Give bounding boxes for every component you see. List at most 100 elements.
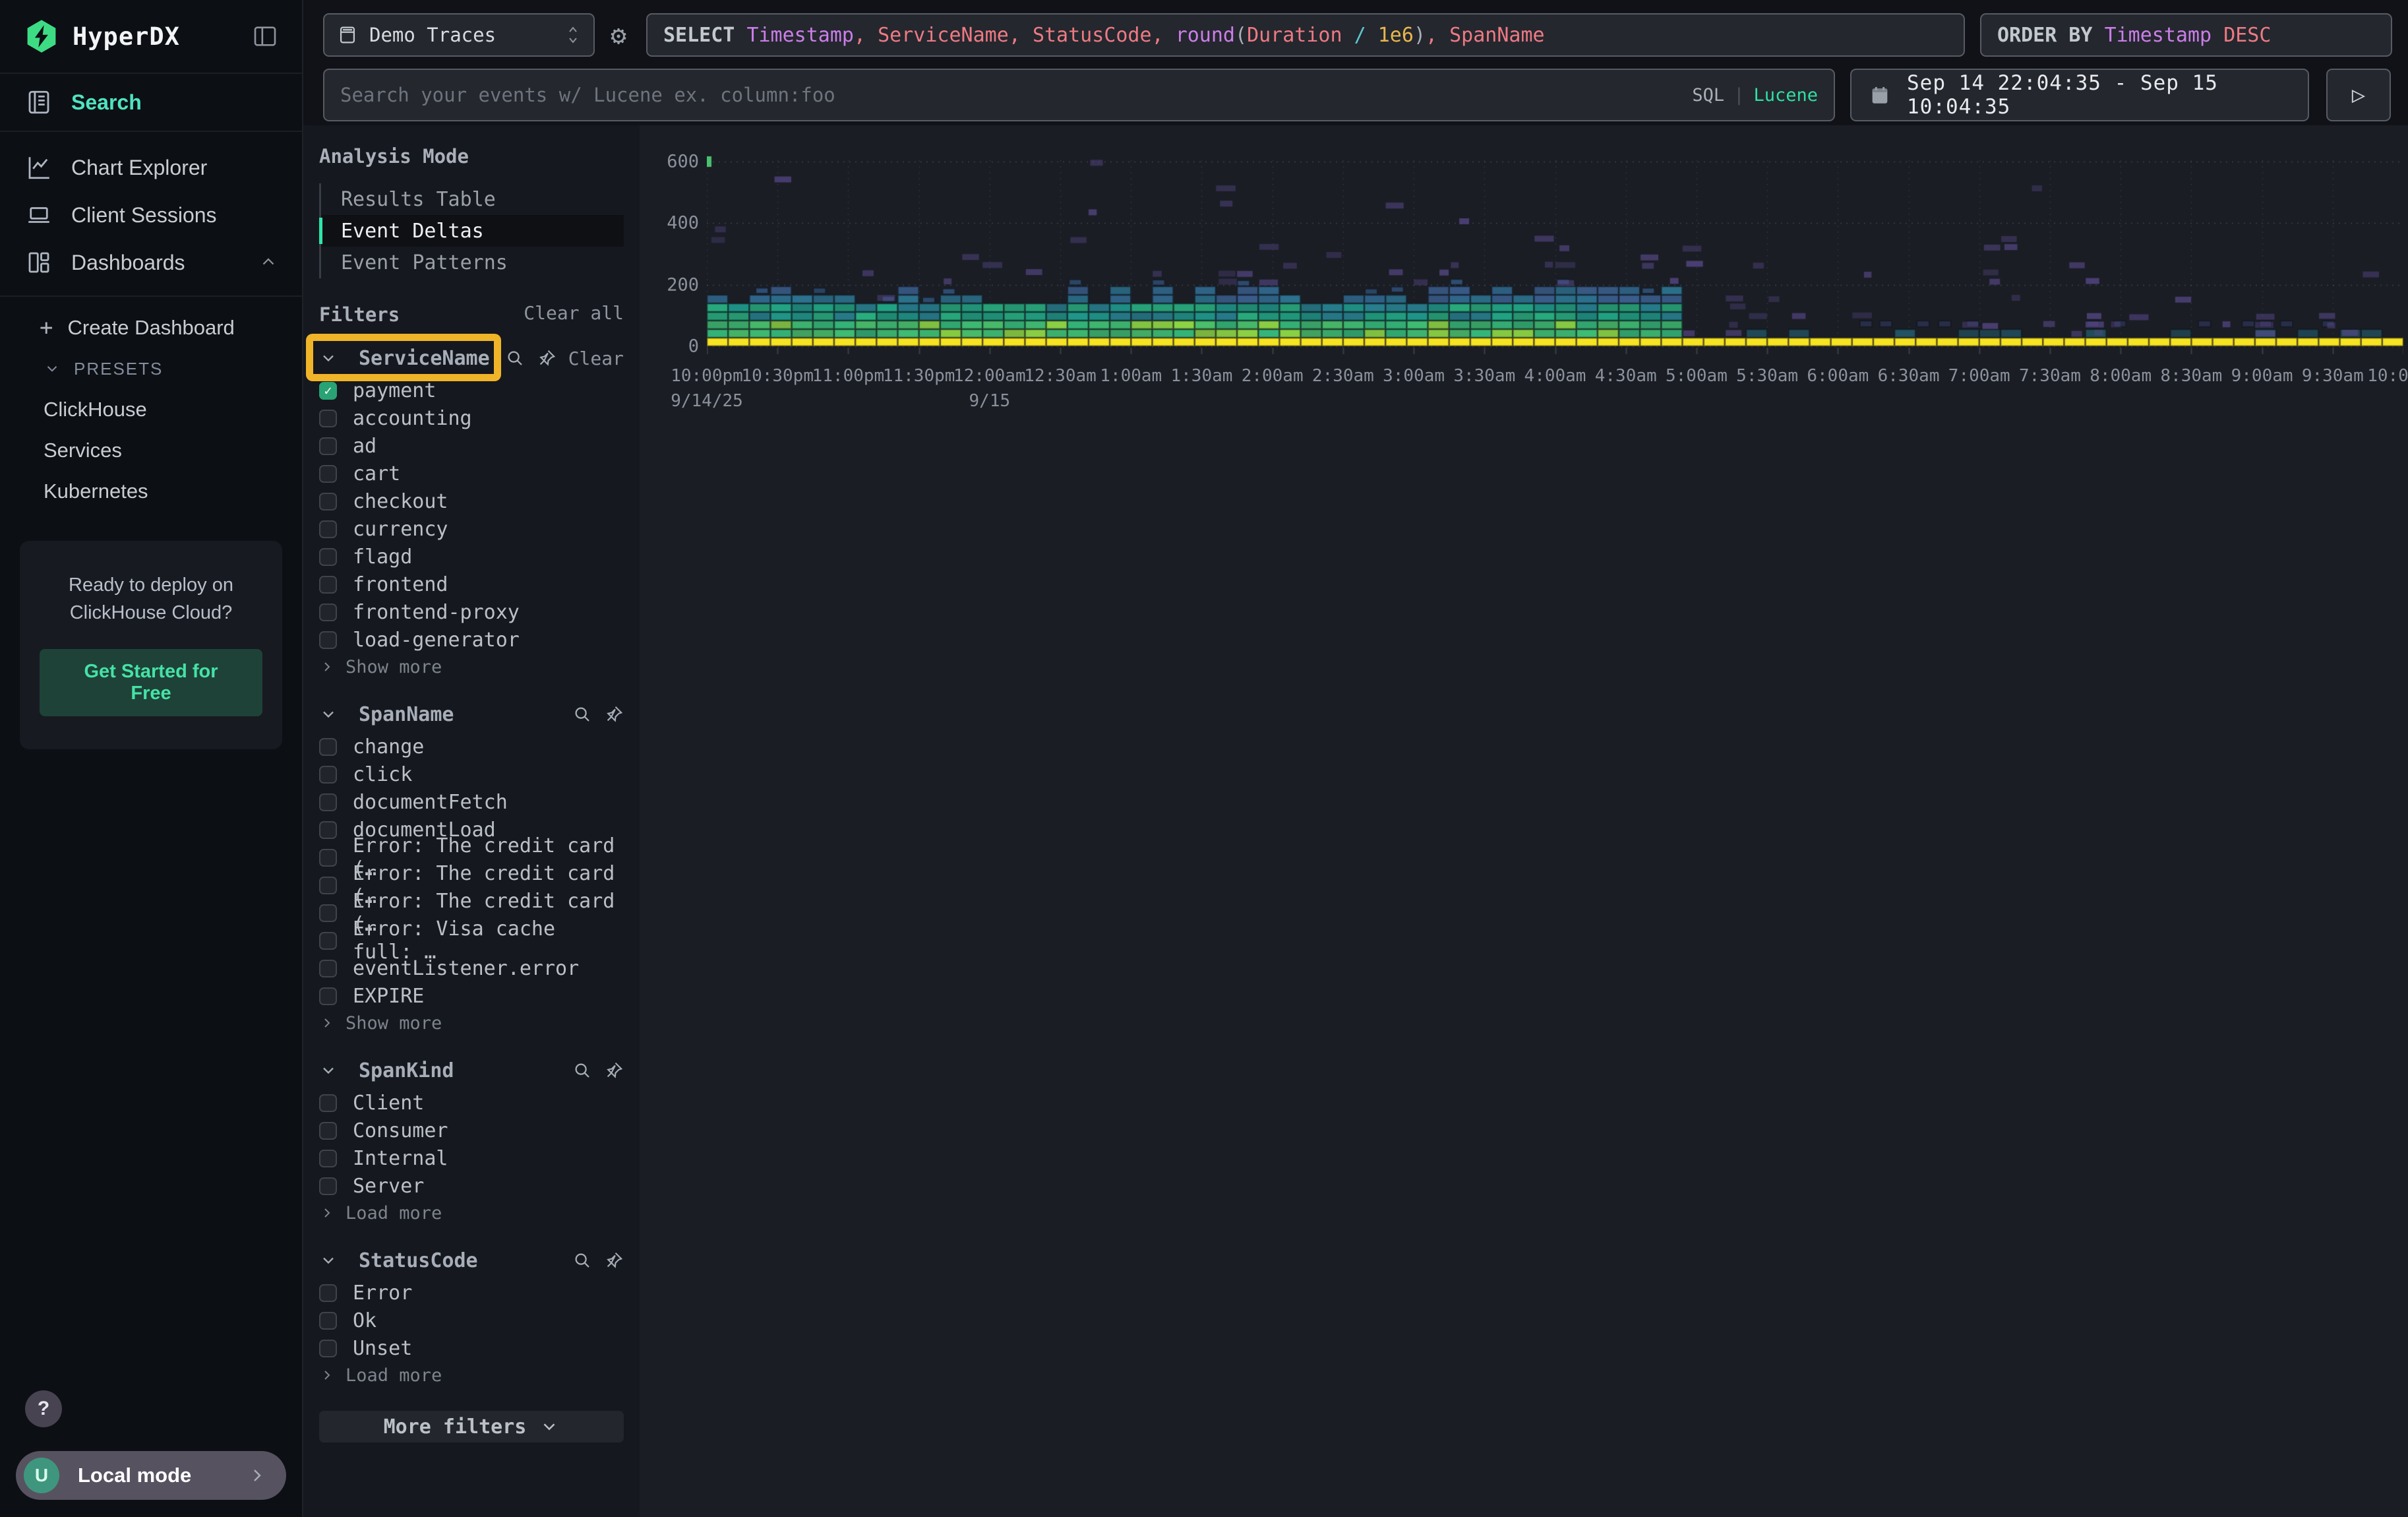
create-dashboard-button[interactable]: + Create Dashboard (0, 307, 302, 348)
checkbox[interactable] (319, 849, 337, 867)
sidebar-item-chart-explorer[interactable]: Chart Explorer (0, 144, 302, 191)
checkbox[interactable] (319, 604, 337, 621)
load-more-button[interactable]: Load more (319, 1200, 624, 1226)
facet-search-icon[interactable] (572, 1061, 592, 1080)
search-input[interactable] (340, 84, 1692, 106)
facet-option-click[interactable]: click (319, 760, 624, 788)
sidebar-item-client-sessions[interactable]: Client Sessions (0, 191, 302, 239)
facet-option-frontend-proxy[interactable]: frontend-proxy (319, 598, 624, 626)
facet-option-ok[interactable]: Ok (319, 1307, 624, 1334)
sql-mode-toggle[interactable]: SQL (1692, 85, 1724, 106)
chevron-down-icon[interactable] (319, 349, 338, 367)
facet-option-payment[interactable]: ✓ payment (319, 377, 624, 404)
sql-token (1366, 24, 1378, 47)
facet-option-server[interactable]: Server (319, 1172, 624, 1200)
facet-option-client[interactable]: Client (319, 1089, 624, 1117)
x-tick-label: 9:30am (2302, 366, 2364, 386)
checkbox[interactable] (319, 738, 337, 756)
facet-option-label: payment (353, 379, 436, 402)
facet-option-cart[interactable]: cart (319, 460, 624, 487)
facet-search-icon[interactable] (505, 348, 525, 368)
checkbox[interactable] (319, 1340, 337, 1357)
pin-icon[interactable] (604, 704, 624, 724)
pin-icon[interactable] (537, 348, 557, 368)
local-mode-button[interactable]: U Local mode (16, 1451, 286, 1500)
checkbox[interactable] (319, 548, 337, 566)
facet-option-ad[interactable]: ad (319, 432, 624, 460)
run-query-button[interactable]: ▷ (2326, 69, 2391, 121)
facet-search-icon[interactable] (572, 704, 592, 724)
checkbox[interactable] (319, 960, 337, 977)
gear-icon[interactable]: ⚙ (601, 18, 636, 53)
checkbox[interactable] (319, 766, 337, 784)
divider (0, 131, 302, 132)
chevron-down-icon[interactable] (319, 705, 338, 724)
checkbox[interactable] (319, 1150, 337, 1167)
checkbox[interactable] (319, 1177, 337, 1195)
clear-all-button[interactable]: Clear all (524, 302, 624, 324)
sidebar-item-clickhouse[interactable]: ClickHouse (0, 389, 302, 430)
facet-option-expire[interactable]: EXPIRE (319, 982, 624, 1010)
pin-icon[interactable] (604, 1251, 624, 1270)
analysis-mode-option-event-patterns[interactable]: Event Patterns (321, 247, 624, 278)
presets-toggle[interactable]: PRESETS (0, 348, 302, 389)
checkbox[interactable] (319, 410, 337, 427)
date-range-picker[interactable]: Sep 14 22:04:35 - Sep 15 10:04:35 (1850, 69, 2309, 121)
facet-option-accounting[interactable]: accounting (319, 404, 624, 432)
sql-select-bar[interactable]: SELECT Timestamp, ServiceName, StatusCod… (646, 13, 1965, 57)
facet-option-error[interactable]: Error (319, 1279, 624, 1307)
show-more-button[interactable]: Show more (319, 1010, 624, 1036)
facet-option-eventlistener-error[interactable]: eventListener.error (319, 954, 624, 982)
sidebar-collapse-icon[interactable] (252, 23, 278, 49)
facet-option-flagd[interactable]: flagd (319, 543, 624, 571)
chevron-down-icon[interactable] (319, 1251, 338, 1270)
checkbox[interactable] (319, 465, 337, 483)
more-filters-button[interactable]: More filters (319, 1411, 624, 1442)
sidebar-item-services[interactable]: Services (0, 430, 302, 471)
sidebar-item-kubernetes[interactable]: Kubernetes (0, 471, 302, 512)
source-select[interactable]: Demo Traces (323, 13, 595, 57)
checkbox[interactable] (319, 932, 337, 950)
sidebar-item-search[interactable]: Search (0, 74, 302, 131)
facet-search-icon[interactable] (572, 1251, 592, 1270)
checkbox[interactable] (319, 1122, 337, 1140)
facet-option-unset[interactable]: Unset (319, 1334, 624, 1362)
checkbox[interactable]: ✓ (319, 382, 337, 400)
duration-heatmap-chart[interactable]: 0200400600 10:00pm10:30pm11:00pm11:30pm1… (640, 125, 2408, 547)
facet-option-load-generator[interactable]: load-generator (319, 626, 624, 654)
facet-option-internal[interactable]: Internal (319, 1144, 624, 1172)
sidebar-item-dashboards[interactable]: Dashboards (0, 239, 302, 286)
checkbox[interactable] (319, 576, 337, 594)
checkbox[interactable] (319, 877, 337, 894)
help-button[interactable]: ? (25, 1390, 62, 1427)
facet-clear-button[interactable]: Clear (568, 348, 624, 369)
facet-option-documentfetch[interactable]: documentFetch (319, 788, 624, 816)
analysis-mode-option-event-deltas[interactable]: Event Deltas (321, 215, 624, 247)
chevron-down-icon[interactable] (319, 1061, 338, 1080)
facet-option-currency[interactable]: currency (319, 515, 624, 543)
facet-option-error-visa-cache-full[interactable]: Error: Visa cache full: … (319, 927, 624, 954)
facet-option-frontend[interactable]: frontend (319, 571, 624, 598)
checkbox[interactable] (319, 987, 337, 1005)
checkbox[interactable] (319, 904, 337, 922)
facet-option-checkout[interactable]: checkout (319, 487, 624, 515)
checkbox[interactable] (319, 493, 337, 511)
heatmap-canvas[interactable] (707, 155, 2403, 354)
checkbox[interactable] (319, 1284, 337, 1302)
facet-option-consumer[interactable]: Consumer (319, 1117, 624, 1144)
checkbox[interactable] (319, 631, 337, 649)
checkbox[interactable] (319, 821, 337, 839)
checkbox[interactable] (319, 1094, 337, 1112)
get-started-button[interactable]: Get Started for Free (40, 649, 262, 716)
order-by-bar[interactable]: ORDER BY Timestamp DESC (1980, 13, 2392, 57)
facet-option-change[interactable]: change (319, 733, 624, 760)
checkbox[interactable] (319, 1312, 337, 1330)
load-more-button[interactable]: Load more (319, 1362, 624, 1388)
checkbox[interactable] (319, 437, 337, 455)
checkbox[interactable] (319, 793, 337, 811)
checkbox[interactable] (319, 520, 337, 538)
pin-icon[interactable] (604, 1061, 624, 1080)
lucene-mode-toggle[interactable]: Lucene (1753, 85, 1818, 106)
show-more-button[interactable]: Show more (319, 654, 624, 680)
analysis-mode-option-results-table[interactable]: Results Table (321, 183, 624, 215)
